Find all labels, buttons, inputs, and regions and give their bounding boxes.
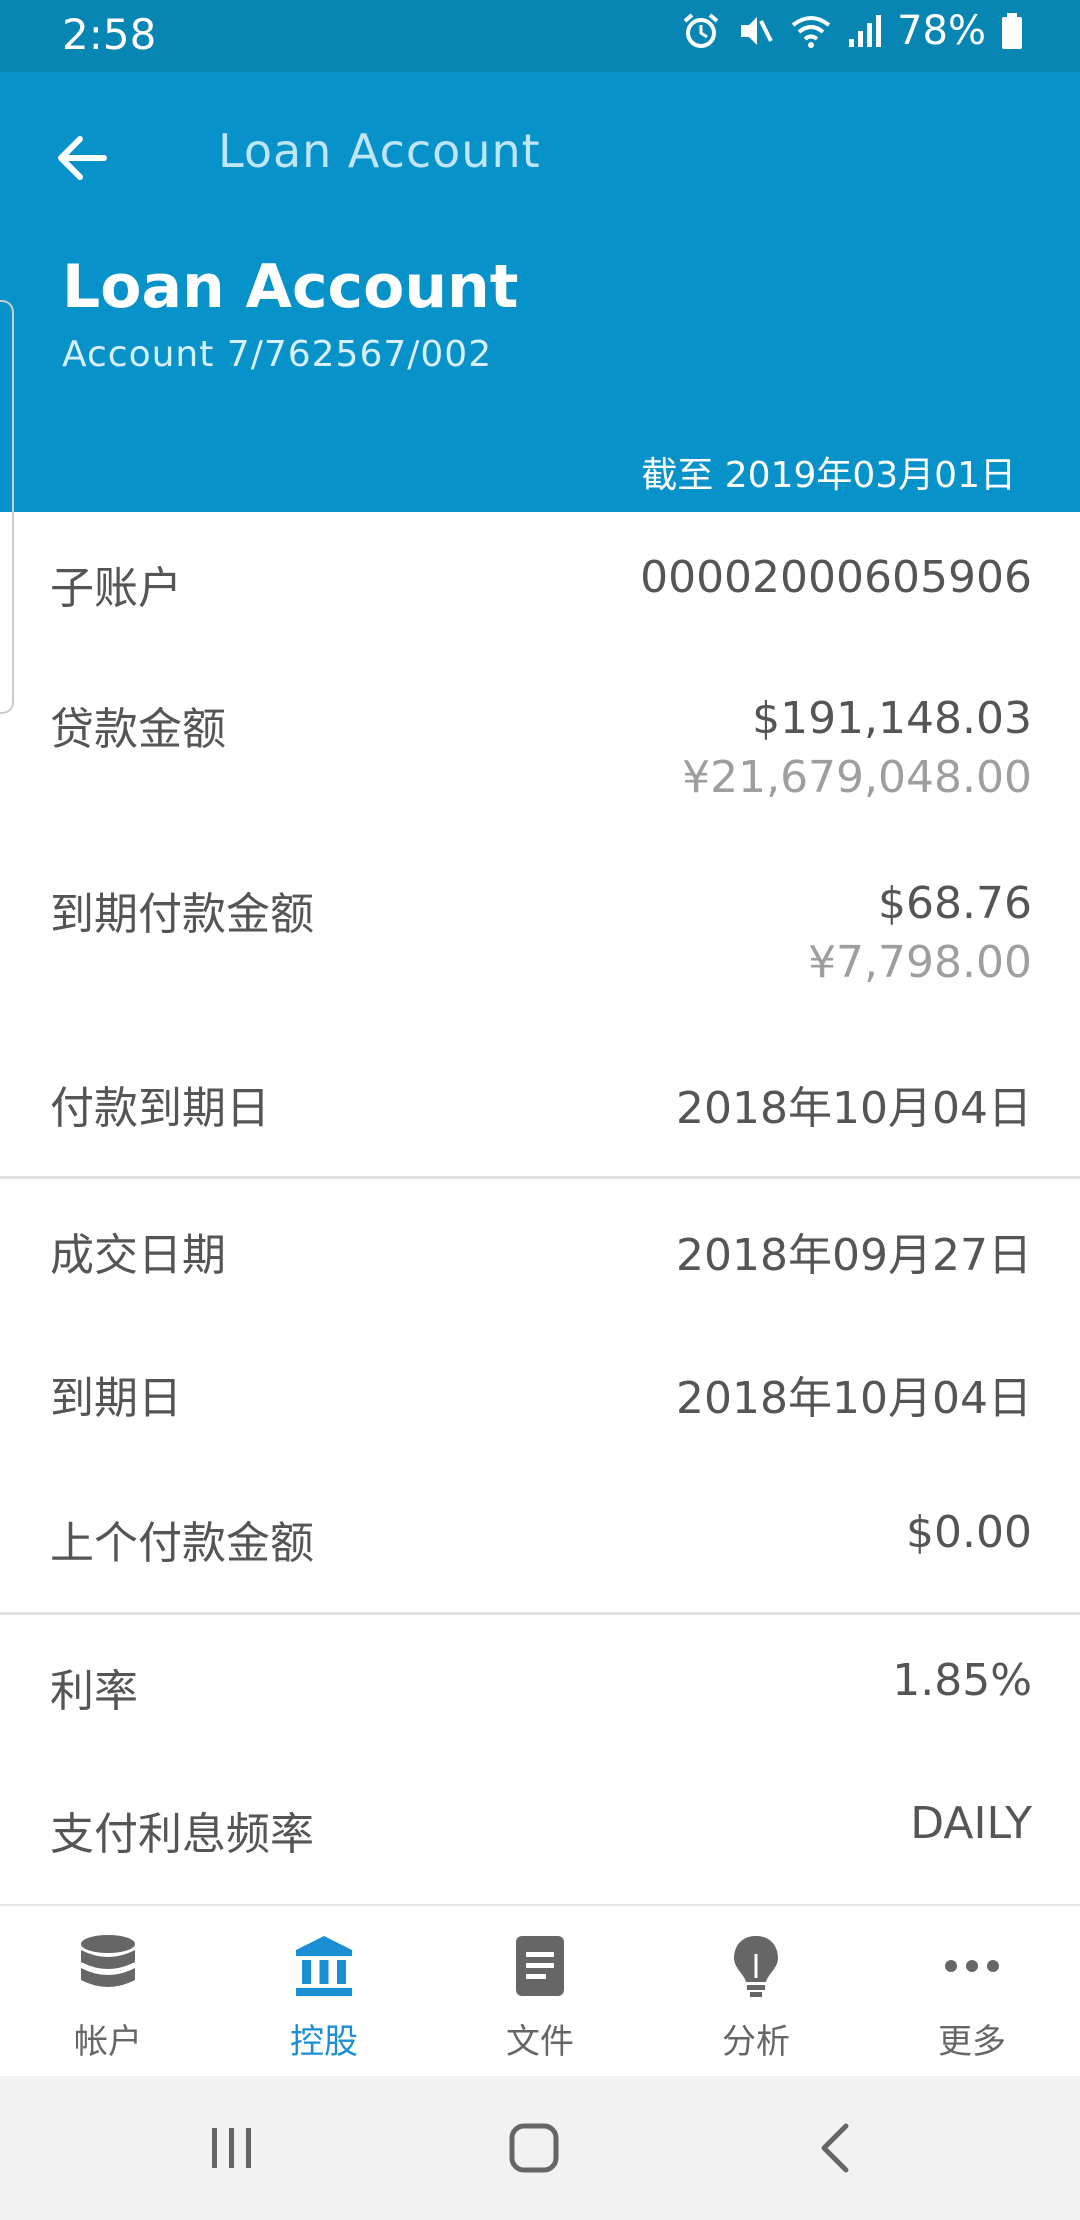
- toolbar-title: Loan Account: [218, 124, 541, 178]
- detail-label: 成交日期: [50, 1230, 226, 1281]
- nav-label: 文件: [506, 2022, 574, 2062]
- detail-row-loan-amount: 贷款金额 $191,148.03 ¥21,679,048.00: [0, 657, 1080, 842]
- detail-row-trade-date: 成交日期 2018年09月27日: [0, 1179, 1080, 1324]
- detail-label: 付款到期日: [50, 1083, 270, 1134]
- detail-value: 2018年09月27日: [676, 1230, 1032, 1281]
- detail-row-maturity-date: 到期日 2018年10月04日: [0, 1324, 1080, 1469]
- nav-label: 分析: [722, 2022, 790, 2062]
- status-icons: 78%: [681, 8, 1024, 54]
- detail-value: 2018年10月04日: [676, 1083, 1032, 1134]
- status-time: 2:58: [62, 10, 157, 59]
- detail-row-interest-frequency: 支付利息频率 DAILY: [0, 1760, 1080, 1905]
- nav-holdings[interactable]: 控股: [216, 1906, 432, 2078]
- detail-label: 上个付款金额: [50, 1518, 314, 1569]
- detail-row-interest-rate: 利率 1.85%: [0, 1615, 1080, 1760]
- system-nav-bar: [0, 2076, 1080, 2220]
- detail-label: 到期日: [50, 1373, 182, 1424]
- home-button[interactable]: [498, 2112, 570, 2184]
- home-icon: [509, 2123, 559, 2173]
- wifi-icon: [791, 16, 831, 48]
- detail-value-secondary: ¥21,679,048.00: [682, 752, 1032, 803]
- nav-documents[interactable]: 文件: [432, 1906, 648, 2078]
- detail-value: $191,148.03: [752, 693, 1032, 744]
- back-button[interactable]: [48, 122, 120, 194]
- detail-row-sub-account: 子账户 00002000605906: [0, 512, 1080, 657]
- detail-value: $0.00: [906, 1507, 1032, 1558]
- bank-icon: [296, 1936, 352, 1996]
- detail-value: 1.85%: [892, 1655, 1032, 1706]
- database-icon: [81, 1935, 135, 1987]
- more-icon: [945, 1960, 999, 1972]
- arrow-left-icon: [58, 136, 107, 180]
- alarm-icon: [683, 13, 719, 48]
- lightbulb-icon: [734, 1936, 778, 1997]
- account-number: Account 7/762567/002: [62, 334, 493, 375]
- detail-value: DAILY: [910, 1798, 1032, 1849]
- detail-value: 2018年10月04日: [676, 1373, 1032, 1424]
- detail-label: 子账户: [50, 563, 182, 614]
- nav-more[interactable]: 更多: [864, 1906, 1080, 2078]
- mute-icon: [741, 17, 773, 45]
- detail-label: 贷款金额: [50, 704, 226, 755]
- detail-value: $68.76: [878, 878, 1032, 929]
- nav-label: 帐户: [74, 2022, 142, 2062]
- detail-value-secondary: ¥7,798.00: [808, 937, 1032, 988]
- nav-accounts[interactable]: 帐户: [0, 1906, 216, 2078]
- chevron-left-icon: [821, 2123, 849, 2173]
- as-of-date: 截至 2019年03月01日: [641, 455, 1016, 496]
- recent-apps-button[interactable]: [196, 2112, 268, 2184]
- battery-percent: 78%: [897, 8, 986, 54]
- nav-analysis[interactable]: 分析: [648, 1906, 864, 2078]
- detail-label: 利率: [50, 1666, 138, 1717]
- detail-row-due-payment: 到期付款金额 $68.76 ¥7,798.00: [0, 842, 1080, 1032]
- battery-icon: [1002, 13, 1022, 49]
- page-title: Loan Account: [62, 252, 519, 322]
- status-bar: 2:58 78%: [0, 0, 1080, 72]
- recent-apps-icon: [212, 2128, 251, 2168]
- detail-row-last-payment: 上个付款金额 $0.00: [0, 1469, 1080, 1614]
- app-header: Loan Account Loan Account Account 7/7625…: [0, 72, 1080, 512]
- document-icon: [516, 1936, 564, 1996]
- bottom-nav: 帐户 控股 文件 分析 更多: [0, 1904, 1080, 2078]
- detail-label: 支付利息频率: [50, 1809, 314, 1860]
- back-nav-button[interactable]: [800, 2112, 872, 2184]
- detail-row-payment-due-date: 付款到期日 2018年10月04日: [0, 1032, 1080, 1167]
- detail-label: 到期付款金额: [50, 889, 314, 940]
- nav-label: 控股: [290, 2022, 358, 2062]
- nav-label: 更多: [938, 2022, 1006, 2062]
- signal-icon: [849, 15, 882, 47]
- detail-value: 00002000605906: [640, 552, 1032, 603]
